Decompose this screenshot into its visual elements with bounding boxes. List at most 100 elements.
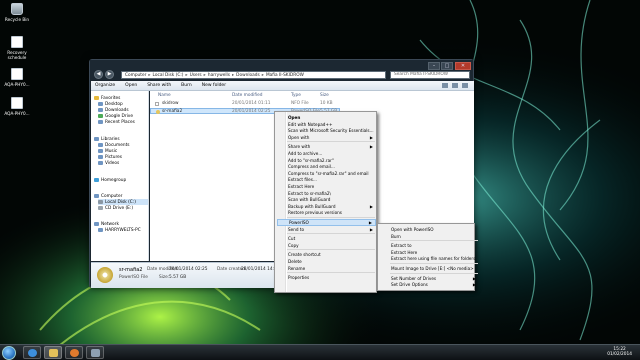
menu-item-label: Create shortcut (288, 252, 321, 258)
menu-item-label: Extract files... (288, 177, 317, 183)
desktop-icon-label: Recycle Bin (4, 17, 30, 22)
breadcrumb-item[interactable]: Users (190, 73, 202, 78)
menu-item-label: Rename (288, 265, 306, 271)
menu-item-label: Open with (288, 134, 310, 140)
document-icon (11, 97, 23, 109)
back-button[interactable]: ◀ (94, 70, 103, 79)
breadcrumb-item[interactable]: Downloads (236, 73, 260, 78)
library-icon (94, 137, 99, 141)
menu-item-label: Edit with Notepad++ (288, 121, 333, 127)
menu-separator (287, 249, 375, 251)
breadcrumb-item[interactable]: Local Disk (C:) (153, 73, 184, 78)
title-bar[interactable]: – □ ✕ ◀ ▶ Computer ▸ Local Disk (C:) ▸ Use… (90, 60, 473, 80)
menu-separator (287, 141, 375, 143)
poweriso-file-icon (156, 110, 160, 114)
minimize-button[interactable]: – (428, 62, 440, 70)
menu-item-label: Scan with BullGuard (288, 197, 331, 203)
taskbar: 15:22 01/02/2014 (0, 344, 640, 360)
recent-places-icon (98, 120, 103, 124)
menu-item-properties[interactable]: Properties (277, 274, 376, 281)
chevron-right-icon: ▶ (369, 226, 373, 232)
nav-videos[interactable]: Videos (98, 160, 119, 166)
column-name[interactable]: Name (158, 93, 171, 98)
menu-separator (287, 272, 375, 274)
menu-separator (287, 217, 375, 218)
menu-item-set-drive-options[interactable]: Set Drive Options ▶ (380, 281, 479, 288)
maximize-button[interactable]: □ (441, 62, 453, 70)
menu-item-label: Delete (288, 259, 302, 264)
desktop-icon-recovery-schedule[interactable]: Recovery schedule (2, 36, 32, 60)
table-row[interactable]: skidrow 20/01/2014 01:11 NFO File 10 KB (150, 101, 340, 107)
desktop-icon-label: AQA-PHY0... (4, 82, 30, 87)
computer-icon (98, 228, 103, 232)
clock-date: 01/02/2014 (607, 352, 632, 357)
app-icon (91, 349, 100, 357)
menu-item-burn[interactable]: Burn (380, 233, 479, 240)
menu-item-rename[interactable]: Rename (277, 265, 376, 272)
address-bar[interactable]: Computer ▸ Local Disk (C:) ▸ Users ▸ harryw… (121, 71, 386, 79)
nav-cd-drive[interactable]: CD Drive (E:) (98, 205, 133, 211)
preview-pane-icon[interactable] (452, 83, 458, 88)
column-size[interactable]: Size (320, 93, 329, 98)
documents-icon (98, 143, 103, 147)
share-with-button[interactable]: Share with (147, 83, 171, 88)
network-icon (94, 222, 99, 226)
menu-separator (390, 240, 478, 242)
homegroup-icon (94, 178, 99, 182)
cd-drive-icon (98, 206, 103, 210)
column-type[interactable]: Type (291, 93, 301, 98)
menu-item-label: Add to "sr-mafia2.rar" (288, 157, 334, 163)
search-input[interactable]: Search Mafia II-SKIDROW (390, 71, 470, 79)
star-icon (94, 96, 99, 100)
internet-explorer-icon (28, 349, 37, 357)
start-button[interactable] (2, 346, 16, 360)
taskbar-internet-explorer[interactable] (23, 346, 41, 359)
new-folder-button[interactable]: New folder (202, 83, 226, 88)
view-options-icon[interactable] (442, 83, 448, 88)
menu-item-label: Set Drive Options (391, 282, 428, 288)
breadcrumb-item[interactable]: harrywells (208, 73, 230, 78)
details-size: 5.57 GB (169, 275, 187, 280)
help-icon[interactable] (462, 83, 468, 88)
menu-item-label: Share with (288, 144, 311, 150)
menu-item-extract-here-using-file-names-for-folders[interactable]: Extract here using file names for folder… (380, 255, 479, 262)
organize-button[interactable]: Organize (95, 83, 115, 88)
breadcrumb-item[interactable]: Mafia II-SKIDROW (266, 73, 304, 78)
details-date-modified: 20/01/2014 02:25 (169, 267, 208, 272)
system-clock[interactable]: 15:22 01/02/2014 (607, 347, 632, 357)
hard-disk-icon (98, 200, 103, 204)
desktop-icon-aqa-1[interactable]: AQA-PHY0... (2, 68, 32, 87)
taskbar-app[interactable] (86, 346, 104, 359)
menu-item-label: Scan with Microsoft Security Essentials.… (288, 128, 374, 134)
burn-button[interactable]: Burn (181, 83, 192, 88)
menu-item-open-with[interactable]: Open with ▶ (277, 134, 376, 141)
nav-recent-places[interactable]: Recent Places (98, 119, 135, 125)
menu-item-label: Restore previous versions (288, 210, 342, 216)
nav-network-pc[interactable]: HARRYWELTS-PC (98, 227, 141, 233)
column-date-modified[interactable]: Date modified (232, 93, 262, 98)
menu-item-label: Extract Here (391, 249, 418, 255)
menu-item-label: Compress to "sr-mafia2.rar" and email (288, 170, 369, 176)
close-button[interactable]: ✕ (455, 62, 471, 70)
menu-item-copy[interactable]: Copy (277, 242, 376, 249)
menu-item-restore-previous-versions[interactable]: Restore previous versions (277, 209, 376, 216)
menu-item-mount-image-to-drive-e-no-media[interactable]: Mount Image to Drive [E:] <No media> (380, 265, 479, 272)
navigation-pane: Favorites Desktop Downloads Google Drive… (91, 91, 149, 261)
open-button[interactable]: Open (125, 83, 137, 88)
taskbar-windows-explorer[interactable] (44, 346, 62, 359)
context-menu: Open Edit with Notepad++ Scan with Microso… (274, 111, 377, 293)
forward-button[interactable]: ▶ (105, 70, 114, 79)
desktop-icon (98, 102, 103, 106)
menu-item-label: Burn (391, 233, 401, 239)
menu-item-label: Extract here using file names for folder… (391, 256, 476, 262)
poweriso-submenu: Open with PowerISO Burn Extract to Extract … (377, 223, 478, 291)
taskbar-media-player[interactable] (65, 346, 83, 359)
menu-item-label: Set Number of Drives (391, 275, 437, 281)
desktop-icon-aqa-2[interactable]: AQA-PHY0... (2, 97, 32, 116)
breadcrumb-item[interactable]: Computer (125, 73, 146, 78)
menu-item-send-to[interactable]: Send to ▶ (277, 226, 376, 233)
nav-homegroup[interactable]: Homegroup (94, 177, 126, 183)
document-icon (11, 68, 23, 80)
menu-item-label: Open (288, 115, 301, 120)
desktop-icon-recycle-bin[interactable]: Recycle Bin (2, 3, 32, 22)
